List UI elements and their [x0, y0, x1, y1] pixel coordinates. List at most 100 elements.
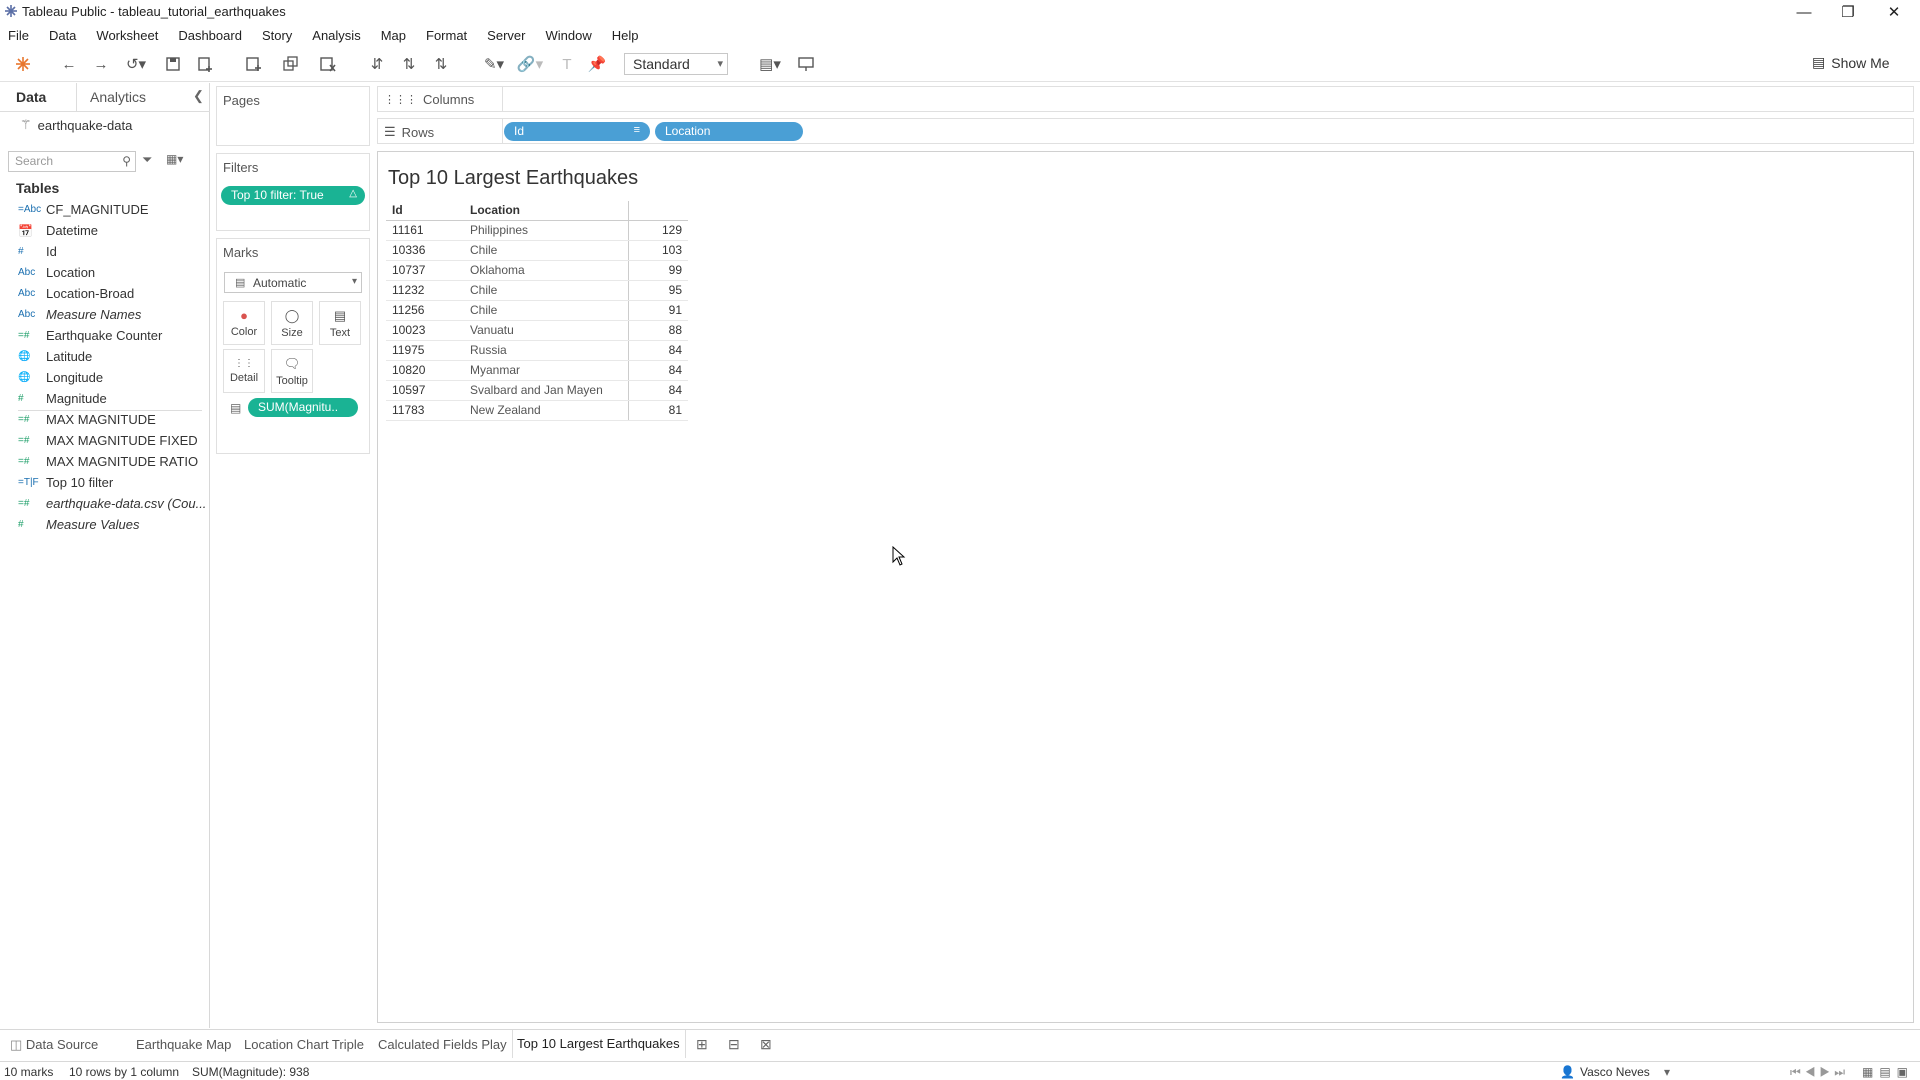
- cell-id[interactable]: 10597: [386, 380, 464, 401]
- header-id[interactable]: Id: [386, 201, 464, 221]
- filter-pill-top-10[interactable]: Top 10 filter: True △: [221, 186, 365, 205]
- table-row[interactable]: 11256 Chile 91: [386, 300, 688, 321]
- cell-location[interactable]: Oklahoma: [464, 260, 628, 281]
- pages-card[interactable]: Pages: [216, 86, 370, 146]
- cell-location[interactable]: Vanuatu: [464, 320, 628, 341]
- table-row[interactable]: 11975 Russia 84: [386, 340, 688, 361]
- datasource-item[interactable]: ⚚ earthquake-data: [20, 117, 132, 133]
- field-top-10-filter[interactable]: =T|F Top 10 filter: [18, 475, 113, 490]
- cell-location[interactable]: Myanmar: [464, 360, 628, 381]
- chevron-down-icon[interactable]: ▾: [1664, 1065, 1670, 1079]
- menu-file[interactable]: File: [8, 28, 29, 43]
- cell-id[interactable]: 10820: [386, 360, 464, 381]
- fix-axes-icon[interactable]: 📌: [586, 54, 608, 74]
- cell-location[interactable]: Svalbard and Jan Mayen: [464, 380, 628, 401]
- tab-analytics[interactable]: Analytics: [90, 89, 146, 105]
- sum-magnitude-pill[interactable]: SUM(Magnitu..: [248, 398, 358, 417]
- close-button[interactable]: ✕: [1872, 0, 1916, 24]
- tooltip-button[interactable]: 🗨 Tooltip: [271, 349, 313, 393]
- tab-data-source[interactable]: ◫ Data Source: [10, 1037, 98, 1053]
- new-worksheet-tab-icon[interactable]: ⊞: [696, 1036, 708, 1053]
- show-mark-labels-icon[interactable]: T: [556, 54, 578, 74]
- menu-map[interactable]: Map: [381, 28, 406, 43]
- cell-location[interactable]: Chile: [464, 280, 628, 301]
- show-me-button[interactable]: ▤ Show Me: [1812, 54, 1890, 71]
- fit-dropdown[interactable]: Standard ▾: [624, 53, 728, 75]
- table-row[interactable]: 10737 Oklahoma 99: [386, 260, 688, 281]
- sort-ascending-icon[interactable]: ⇅: [398, 54, 420, 74]
- cell-value[interactable]: 84: [627, 360, 688, 381]
- cell-id[interactable]: 10023: [386, 320, 464, 341]
- field-latitude[interactable]: 🌐 Latitude: [18, 349, 92, 364]
- cell-id[interactable]: 11256: [386, 300, 464, 321]
- tab-location-chart-triple[interactable]: Location Chart Triple: [244, 1037, 364, 1052]
- menu-worksheet[interactable]: Worksheet: [96, 28, 158, 43]
- sheet-navigation-icons[interactable]: ⏮◀▶⏭: [1790, 1065, 1849, 1080]
- field-location[interactable]: Abc Location: [18, 265, 95, 280]
- table-row[interactable]: 10597 Svalbard and Jan Mayen 84: [386, 380, 688, 401]
- table-row[interactable]: 10336 Chile 103: [386, 240, 688, 261]
- highlight-icon[interactable]: ✎▾: [478, 54, 510, 74]
- filters-card[interactable]: Filters Top 10 filter: True △: [216, 153, 370, 231]
- field-datetime[interactable]: 📅 Datetime: [18, 223, 98, 238]
- group-members-icon[interactable]: 🔗▾: [514, 54, 546, 74]
- size-button[interactable]: ◯ Size: [271, 301, 313, 345]
- table-row[interactable]: 11232 Chile 95: [386, 280, 688, 301]
- cell-value[interactable]: 81: [627, 400, 688, 421]
- columns-shelf[interactable]: ⋮⋮⋮ Columns: [377, 86, 1914, 112]
- user-name[interactable]: Vasco Neves: [1580, 1065, 1650, 1079]
- field-longitude[interactable]: 🌐 Longitude: [18, 370, 103, 385]
- cell-id[interactable]: 10336: [386, 240, 464, 261]
- cell-id[interactable]: 11975: [386, 340, 464, 361]
- cell-id[interactable]: 11161: [386, 220, 464, 241]
- field-cf-magnitude[interactable]: =Abc CF_MAGNITUDE: [18, 202, 149, 217]
- cell-location[interactable]: Chile: [464, 240, 628, 261]
- field-max-magnitude-fixed[interactable]: =# MAX MAGNITUDE FIXED: [18, 433, 198, 448]
- menu-story[interactable]: Story: [262, 28, 292, 43]
- menu-help[interactable]: Help: [612, 28, 639, 43]
- cell-value[interactable]: 95: [627, 280, 688, 301]
- cell-value[interactable]: 91: [627, 300, 688, 321]
- field-id[interactable]: # Id: [18, 244, 57, 259]
- cell-value[interactable]: 88: [627, 320, 688, 341]
- row-pill-id[interactable]: Id ≡: [504, 122, 650, 141]
- field-measure-names[interactable]: Abc Measure Names: [18, 307, 141, 322]
- new-datasource-icon[interactable]: [194, 54, 216, 74]
- cell-id[interactable]: 10737: [386, 260, 464, 281]
- duplicate-sheet-icon[interactable]: [280, 54, 302, 74]
- mark-type-dropdown[interactable]: ▤ Automatic ▾: [224, 272, 362, 293]
- new-dashboard-tab-icon[interactable]: ⊟: [728, 1036, 740, 1053]
- menu-dashboard[interactable]: Dashboard: [178, 28, 242, 43]
- presentation-mode-icon[interactable]: [795, 54, 817, 74]
- menu-format[interactable]: Format: [426, 28, 467, 43]
- cell-location[interactable]: Chile: [464, 300, 628, 321]
- field-record-count[interactable]: =# earthquake-data.csv (Cou...: [18, 496, 206, 511]
- color-button[interactable]: ● Color: [223, 301, 265, 345]
- swap-rows-columns-icon[interactable]: ⇵: [366, 54, 388, 74]
- save-icon[interactable]: [162, 54, 184, 74]
- field-earthquake-counter[interactable]: =# Earthquake Counter: [18, 328, 162, 343]
- menu-analysis[interactable]: Analysis: [312, 28, 360, 43]
- field-max-magnitude-ratio[interactable]: =# MAX MAGNITUDE RATIO: [18, 454, 198, 469]
- menu-data[interactable]: Data: [49, 28, 76, 43]
- cell-id[interactable]: 11783: [386, 400, 464, 421]
- table-row[interactable]: 11161 Philippines 129: [386, 220, 688, 241]
- menu-window[interactable]: Window: [545, 28, 591, 43]
- field-measure-values[interactable]: # Measure Values: [18, 517, 139, 532]
- undo-icon[interactable]: ←: [58, 54, 80, 74]
- table-row[interactable]: 10820 Myanmar 84: [386, 360, 688, 381]
- field-max-magnitude[interactable]: =# MAX MAGNITUDE: [18, 412, 156, 427]
- cell-value[interactable]: 84: [627, 380, 688, 401]
- menu-server[interactable]: Server: [487, 28, 525, 43]
- search-input[interactable]: Search ⚲: [8, 151, 136, 172]
- filter-fields-icon[interactable]: ⏷: [142, 152, 152, 168]
- field-location-broad[interactable]: Abc Location-Broad: [18, 286, 134, 301]
- detail-button[interactable]: ⋮⋮ Detail: [223, 349, 265, 393]
- minimize-button[interactable]: —: [1782, 0, 1826, 24]
- tab-data[interactable]: Data: [16, 89, 46, 105]
- cell-location[interactable]: New Zealand: [464, 400, 628, 421]
- header-location[interactable]: Location: [464, 201, 628, 221]
- new-story-tab-icon[interactable]: ⊠: [760, 1036, 772, 1053]
- cell-value[interactable]: 99: [627, 260, 688, 281]
- cell-location[interactable]: Philippines: [464, 220, 628, 241]
